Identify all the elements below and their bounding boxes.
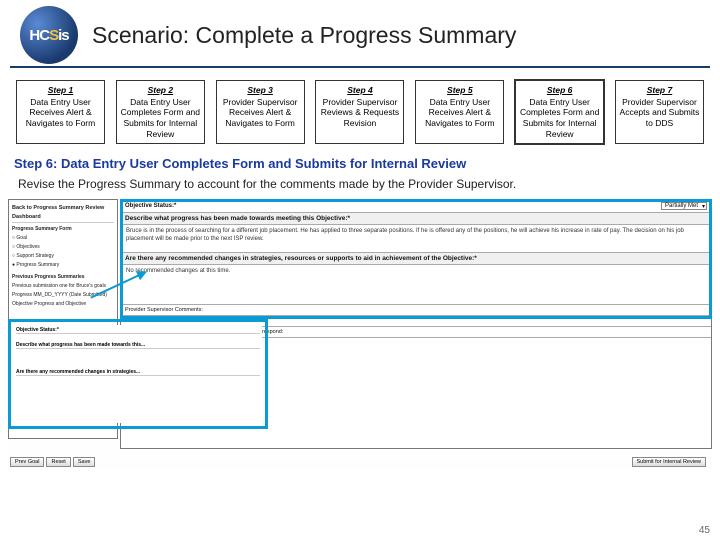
progress-question-textarea[interactable]: Bruce is in the process of searching for… (121, 225, 711, 253)
objective-status-label: Objective Status:* (125, 203, 661, 209)
slide-header: HCSis Scenario: Complete a Progress Summ… (10, 0, 710, 68)
objective-status-row: Objective Status:* Partially Met (121, 200, 711, 213)
reset-button[interactable]: Reset (46, 457, 70, 467)
sidebar-item-objectives[interactable]: Objectives (12, 243, 114, 251)
step-2: Step 2Data Entry User Completes Form and… (116, 80, 205, 144)
step-bar: Step 1Data Entry User Receives Alert & N… (0, 68, 720, 152)
comments-row: Comments: (121, 316, 711, 327)
sidebar-item-support[interactable]: Support Strategy (12, 252, 114, 260)
instruction-text: Revise the Progress Summary to account f… (0, 173, 720, 199)
sidebar-item-progress[interactable]: Progress Summary (12, 261, 114, 269)
button-bar: Prev Goal Reset Save (10, 457, 95, 467)
slide-title: Scenario: Complete a Progress Summary (92, 22, 516, 49)
step-4: Step 4Provider Supervisor Reviews & Requ… (315, 80, 404, 144)
profile-changes-row: Indicate if or how changes in Individual… (121, 327, 711, 338)
prev-goal-button[interactable]: Prev Goal (10, 457, 44, 467)
sidebar-back-link[interactable]: Back to Progress Summary Review Dashboar… (12, 204, 114, 223)
changes-question-textarea[interactable]: No recommended changes at this time. (121, 265, 711, 305)
changes-question-label: Are there any recommended changes in str… (121, 253, 711, 265)
step-6: Step 6Data Entry User Completes Form and… (515, 80, 604, 144)
submit-internal-review-button[interactable]: Submit for Internal Review (632, 457, 707, 467)
form-main-panel: Objective Status:* Partially Met Describ… (120, 199, 712, 449)
sidebar-form-label: Progress Summary Form (12, 225, 114, 233)
page-number: 45 (699, 525, 710, 536)
dds-liaison-row: DDS Case Liaison / Intern: (121, 338, 711, 348)
sidebar-item-goal[interactable]: Goal (12, 234, 114, 242)
save-button[interactable]: Save (73, 457, 96, 467)
step-subheading: Step 6: Data Entry User Completes Form a… (0, 152, 720, 173)
objective-status-select[interactable]: Partially Met (661, 202, 707, 210)
step-5: Step 5Data Entry User Receives Alert & N… (415, 80, 504, 144)
sidebar-prev-1[interactable]: Previous submission one for Bruce's goal… (12, 282, 114, 290)
sidebar-prev-label: Previous Progress Summaries (12, 273, 114, 281)
progress-question-label: Describe what progress has been made tow… (121, 213, 711, 225)
supervisor-comments-row: Provider Supervisor Comments: (121, 305, 711, 316)
hcsis-logo: HCSis (20, 6, 78, 64)
step-7: Step 7Provider Supervisor Accepts and Su… (615, 80, 704, 144)
sidebar-prev-3[interactable]: Objective Progress and Objective (12, 300, 114, 308)
step-1: Step 1Data Entry User Receives Alert & N… (16, 80, 105, 144)
form-screenshot: Back to Progress Summary Review Dashboar… (8, 199, 712, 469)
form-sidebar: Back to Progress Summary Review Dashboar… (8, 199, 118, 439)
step-3: Step 3Provider Supervisor Receives Alert… (216, 80, 305, 144)
